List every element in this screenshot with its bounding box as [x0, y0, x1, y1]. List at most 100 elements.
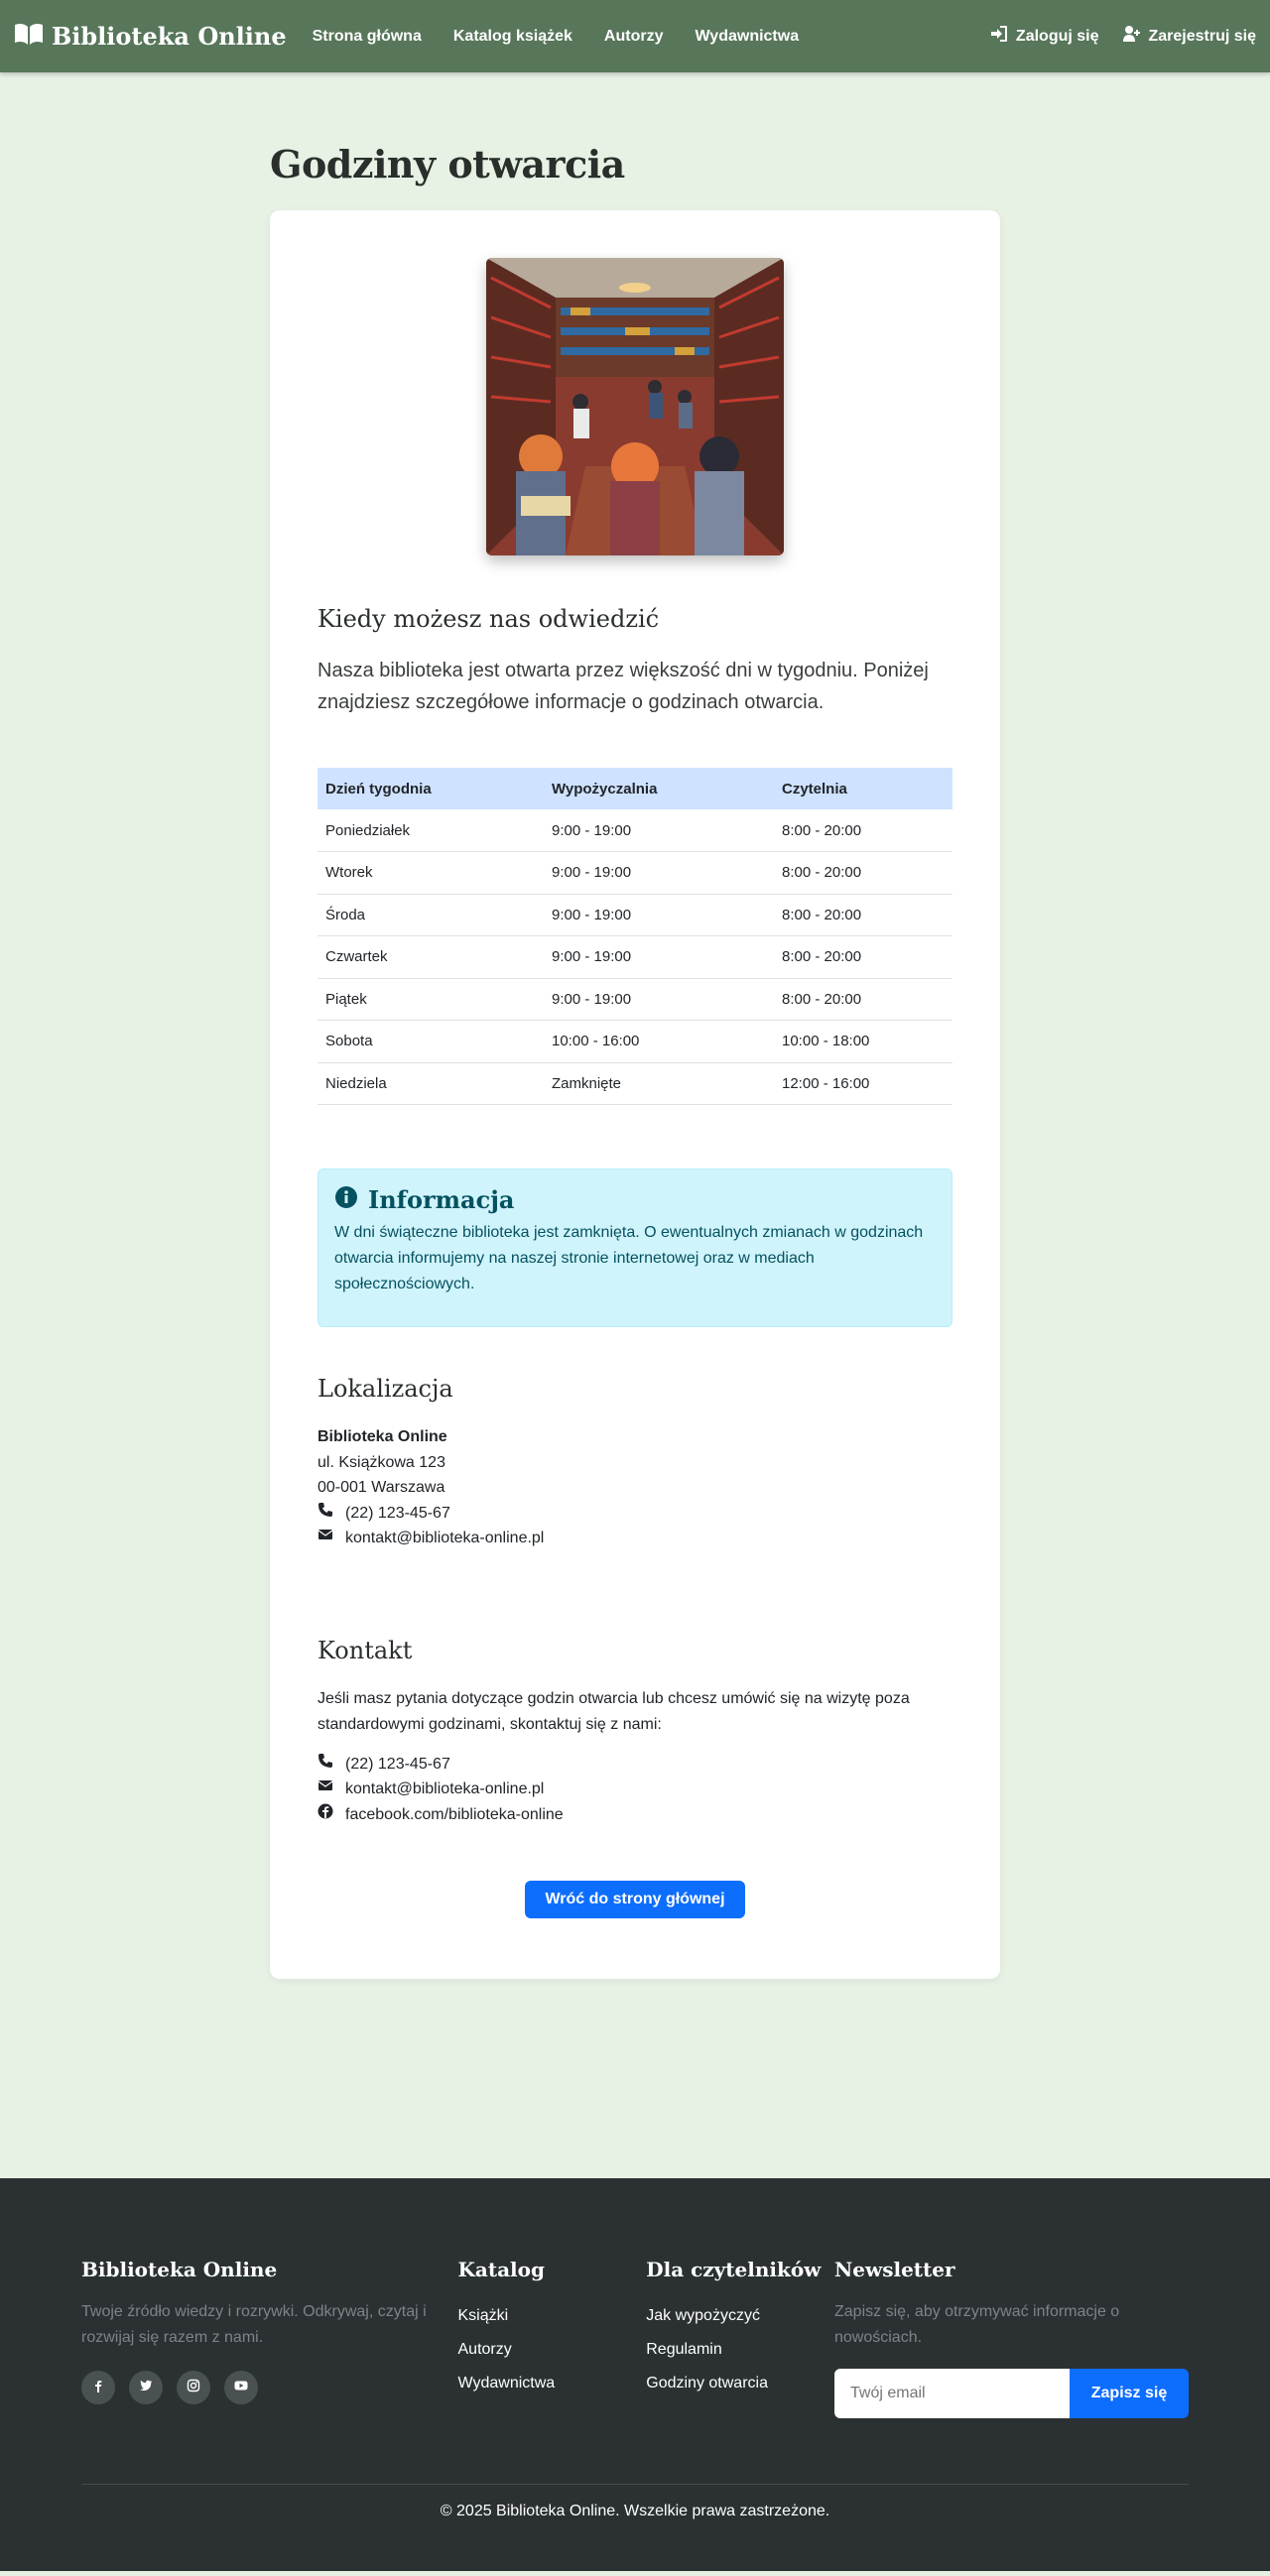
footer-about: Biblioteka Online Twoje źródło wiedzy i …	[81, 2258, 458, 2418]
footer-newsletter: Newsletter Zapisz się, aby otrzymywać in…	[834, 2258, 1189, 2418]
reading-room-cell: 12:00 - 16:00	[774, 1062, 952, 1105]
login-link[interactable]: Zaloguj się	[990, 25, 1099, 48]
footer-readers: Dla czytelników Jak wypożyczyć Regulamin…	[646, 2258, 834, 2418]
newsletter-form: Zapisz się	[834, 2369, 1189, 2418]
table-header-row: Dzień tygodnia Wypożyczalnia Czytelnia	[318, 768, 952, 809]
navbar: Biblioteka Online Strona główna Katalog …	[0, 0, 1270, 72]
main-content: Godziny otwarcia Kiedy możesz nas odwied…	[270, 72, 1000, 1979]
location-phone: (22) 123-45-67	[318, 1501, 952, 1527]
footer-link-books[interactable]: Książki	[458, 2299, 647, 2333]
contact-text: Jeśli masz pytania dotyczące godzin otwa…	[318, 1689, 910, 1733]
newsletter-email-input[interactable]	[834, 2369, 1070, 2418]
info-alert: Informacja W dni świąteczne biblioteka j…	[318, 1168, 952, 1327]
footer-link-authors[interactable]: Autorzy	[458, 2333, 647, 2367]
table-row: Piątek 9:00 - 19:00 8:00 - 20:00	[318, 978, 952, 1021]
lending-cell: 9:00 - 19:00	[544, 894, 774, 936]
location-email: kontakt@biblioteka-online.pl	[318, 1526, 952, 1551]
lending-cell: 10:00 - 16:00	[544, 1020, 774, 1063]
login-label: Zaloguj się	[1015, 27, 1099, 45]
facebook-icon	[318, 1802, 333, 1828]
reading-room-cell: 8:00 - 20:00	[774, 851, 952, 895]
sign-in-icon	[990, 25, 1008, 48]
opening-hours-table: Dzień tygodnia Wypożyczalnia Czytelnia P…	[318, 768, 952, 1105]
twitter-link[interactable]	[129, 2371, 163, 2404]
info-title: Informacja	[368, 1185, 515, 1214]
reading-room-cell: 8:00 - 20:00	[774, 935, 952, 979]
footer-about-title: Biblioteka Online	[81, 2258, 278, 2281]
footer: Biblioteka Online Twoje źródło wiedzy i …	[0, 2178, 1270, 2571]
reading-room-cell: 8:00 - 20:00	[774, 809, 952, 852]
footer-link-rules[interactable]: Regulamin	[646, 2333, 834, 2367]
lending-cell: 9:00 - 19:00	[544, 978, 774, 1021]
phone-icon	[318, 1752, 333, 1778]
info-circle-icon	[334, 1185, 358, 1214]
visit-heading: Kiedy możesz nas odwiedzić	[318, 605, 660, 633]
location-city: 00-001 Warszawa	[318, 1479, 445, 1496]
contact-heading: Kontakt	[318, 1636, 413, 1664]
lending-cell: Zamknięte	[544, 1062, 774, 1105]
lending-cell: 9:00 - 19:00	[544, 935, 774, 979]
email-text[interactable]: kontakt@biblioteka-online.pl	[345, 1526, 544, 1551]
register-label: Zarejestruj się	[1148, 27, 1257, 45]
newsletter-subscribe-button[interactable]: Zapisz się	[1070, 2369, 1189, 2418]
page-title: Godziny otwarcia	[270, 142, 625, 186]
day-cell: Czwartek	[318, 935, 544, 979]
day-cell: Poniedziałek	[318, 809, 544, 852]
footer-link-publishers[interactable]: Wydawnictwa	[458, 2367, 647, 2400]
day-cell: Sobota	[318, 1020, 544, 1063]
column-header: Dzień tygodnia	[318, 768, 544, 809]
info-text: W dni świąteczne biblioteka jest zamknię…	[334, 1224, 924, 1292]
instagram-link[interactable]	[177, 2371, 210, 2404]
brand-name: Biblioteka Online	[52, 22, 287, 51]
youtube-icon	[234, 2379, 248, 2397]
nav-catalog[interactable]: Katalog książek	[453, 28, 572, 46]
reading-room-cell: 8:00 - 20:00	[774, 978, 952, 1021]
youtube-link[interactable]	[224, 2371, 258, 2404]
phone-text: (22) 123-45-67	[345, 1504, 450, 1522]
brand[interactable]: Biblioteka Online	[14, 22, 287, 52]
newsletter-text: Zapisz się, aby otrzymywać informacje o …	[834, 2303, 1120, 2346]
day-cell: Wtorek	[318, 851, 544, 895]
table-row: Poniedziałek 9:00 - 19:00 8:00 - 20:00	[318, 809, 952, 852]
day-cell: Niedziela	[318, 1062, 544, 1105]
location-name: Biblioteka Online	[318, 1428, 447, 1445]
phone-text: (22) 123-45-67	[345, 1755, 450, 1773]
location-heading: Lokalizacja	[318, 1375, 453, 1403]
register-link[interactable]: Zarejestruj się	[1122, 25, 1257, 48]
table-row: Sobota 10:00 - 16:00 10:00 - 18:00	[318, 1020, 952, 1063]
contact-section: Kontakt Jeśli masz pytania dotyczące god…	[318, 1637, 952, 1828]
envelope-icon	[318, 1777, 333, 1802]
footer-catalog: Katalog Książki Autorzy Wydawnictwa	[458, 2258, 647, 2418]
instagram-icon	[187, 2379, 200, 2397]
facebook-icon	[91, 2379, 105, 2397]
content-card: Kiedy możesz nas odwiedzić Nasza bibliot…	[270, 210, 1000, 1979]
email-text[interactable]: kontakt@biblioteka-online.pl	[345, 1777, 544, 1802]
facebook-text[interactable]: facebook.com/biblioteka-online	[345, 1802, 564, 1828]
reading-room-cell: 8:00 - 20:00	[774, 894, 952, 936]
footer-link-opening-hours[interactable]: Godziny otwarcia	[646, 2367, 834, 2400]
table-row: Wtorek 9:00 - 19:00 8:00 - 20:00	[318, 851, 952, 895]
envelope-icon	[318, 1526, 333, 1551]
nav-authors[interactable]: Autorzy	[604, 28, 664, 46]
contact-facebook: facebook.com/biblioteka-online	[318, 1802, 952, 1828]
facebook-link[interactable]	[81, 2371, 115, 2404]
lead-text: Nasza biblioteka jest otwarta przez więk…	[318, 660, 929, 713]
day-cell: Piątek	[318, 978, 544, 1021]
footer-link-how-to-borrow[interactable]: Jak wypożyczyć	[646, 2299, 834, 2333]
table-row: Niedziela Zamknięte 12:00 - 16:00	[318, 1062, 952, 1105]
auth-nav: Zaloguj się Zarejestruj się	[990, 25, 1256, 48]
back-home-button[interactable]: Wróć do strony głównej	[525, 1881, 745, 1918]
reading-room-cell: 10:00 - 18:00	[774, 1020, 952, 1063]
column-header: Wypożyczalnia	[544, 768, 774, 809]
contact-email: kontakt@biblioteka-online.pl	[318, 1777, 952, 1802]
nav-home[interactable]: Strona główna	[313, 28, 422, 46]
footer-readers-title: Dla czytelników	[646, 2258, 822, 2281]
location-section: Lokalizacja Biblioteka Online ul. Książk…	[318, 1375, 952, 1551]
main-nav: Strona główna Katalog książek Autorzy Wy…	[313, 28, 990, 46]
table-row: Środa 9:00 - 19:00 8:00 - 20:00	[318, 894, 952, 936]
copyright: © 2025 Biblioteka Online. Wszelkie prawa…	[81, 2484, 1189, 2520]
twitter-icon	[139, 2379, 153, 2397]
nav-publishers[interactable]: Wydawnictwa	[695, 28, 799, 46]
table-row: Czwartek 9:00 - 19:00 8:00 - 20:00	[318, 935, 952, 979]
social-links	[81, 2371, 458, 2404]
